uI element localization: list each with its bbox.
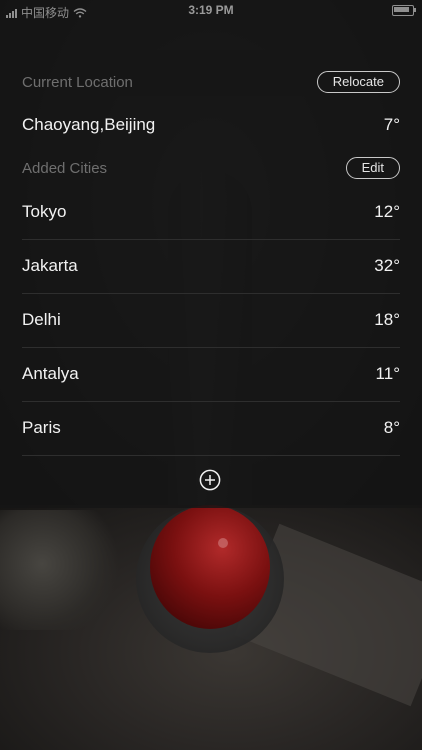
current-location-header: Current Location Relocate (22, 70, 400, 94)
city-name: Tokyo (22, 202, 67, 221)
status-time: 3:19 PM (188, 3, 234, 17)
background-flowers (0, 510, 120, 630)
add-city-button[interactable] (199, 469, 221, 491)
city-temp: 12° (374, 202, 400, 221)
city-row-tokyo[interactable]: Tokyo 12° (22, 185, 400, 240)
added-cities-header: Added Cities Edit (22, 156, 400, 180)
battery-icon (392, 5, 416, 16)
city-name: Delhi (22, 310, 61, 329)
city-temp: 18° (374, 310, 400, 329)
city-temp: 11° (375, 364, 400, 383)
city-name: Antalya (22, 364, 79, 383)
screen: 中国移动 3:19 PM Current Location Relocate C… (0, 0, 422, 750)
current-location-row[interactable]: Chaoyang,Beijing 7° (22, 98, 400, 152)
city-row-jakarta[interactable]: Jakarta 32° (22, 239, 400, 294)
current-location-title: Current Location (22, 73, 133, 91)
added-cities-title: Added Cities (22, 159, 108, 177)
city-temp: 32° (374, 256, 400, 275)
city-row-paris[interactable]: Paris 8° (22, 401, 400, 456)
city-row-delhi[interactable]: Delhi 18° (22, 293, 400, 348)
current-city-name: Chaoyang,Beijing (22, 115, 156, 134)
thermometer-bulb-shine (218, 538, 228, 548)
edit-button[interactable]: Edit (345, 157, 400, 179)
current-city-temp: 7° (383, 115, 400, 134)
relocate-button[interactable]: Relocate (316, 71, 400, 93)
status-bar: 中国移动 3:19 PM (0, 0, 422, 22)
plus-circle-icon (199, 469, 221, 491)
city-list-panel: Current Location Relocate Chaoyang,Beiji… (0, 0, 422, 508)
city-temp: 8° (383, 418, 400, 437)
thermometer-bulb (150, 505, 270, 629)
city-row-antalya[interactable]: Antalya 11° (22, 347, 400, 402)
city-name: Jakarta (22, 256, 78, 275)
city-name: Paris (22, 418, 61, 437)
